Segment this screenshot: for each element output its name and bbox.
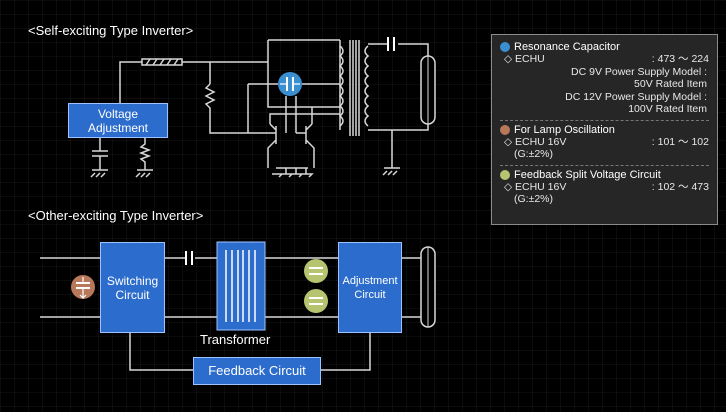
feedback-dot-icon [500, 169, 510, 180]
switching-circuit-label-line2: Circuit [115, 287, 150, 302]
legend-resonance-heading: Resonance Capacitor [500, 41, 709, 53]
legend-feedback-heading: Feedback Split Voltage Circuit [500, 169, 709, 181]
legend-resonance-line1: DC 9V Power Supply Model : [571, 65, 707, 78]
feedback-circuit-block: Feedback Circuit [193, 357, 321, 385]
inverter-diagram: <Self-exciting Type Inverter> <Other-exc… [0, 0, 726, 412]
feedback-capacitor-icon-upper [304, 259, 328, 283]
legend-resonance-part: ◇ ECHU [504, 53, 545, 65]
feedback-capacitor-icon-lower [304, 289, 328, 313]
lamp-oscillation-capacitor-icon [71, 275, 95, 299]
other-exciting-title: <Other-exciting Type Inverter> [28, 208, 204, 223]
voltage-adjustment-label-line2: Adjustment [87, 120, 149, 135]
legend-lamp-range: : 101 〜 102 [651, 135, 709, 148]
transformer-label: Transformer [200, 332, 271, 347]
legend-lamp-title: For Lamp Oscillation [514, 123, 615, 136]
adjustment-circuit-label-line2: Circuit [354, 288, 386, 301]
adjustment-circuit-label-line1: Adjustment [342, 274, 398, 287]
legend-divider [500, 119, 709, 121]
legend-feedback-range: : 102 〜 473 [651, 180, 709, 193]
legend-feedback-tolerance: (G:±2%) [514, 193, 554, 205]
legend-lamp-tolerance: (G:±2%) [514, 148, 554, 160]
legend-resonance-title: Resonance Capacitor [514, 41, 620, 53]
voltage-adjustment-block: Voltage Adjustment [68, 103, 168, 138]
adjustment-circuit-block: Adjustment Circuit [338, 242, 402, 333]
switching-circuit-block: Switching Circuit [100, 242, 165, 333]
legend-resonance-line2: 50V Rated Item [634, 78, 707, 90]
legend-lamp-tolerance-row: (G:±2%) [500, 148, 709, 161]
self-exciting-title: <Self-exciting Type Inverter> [28, 23, 194, 38]
legend-feedback-part-row: ◇ ECHU 16V : 102 〜 473 [500, 181, 709, 194]
resonance-dot-icon [500, 42, 510, 52]
legend-panel: Resonance Capacitor ◇ ECHU : 473 〜 224 D… [491, 34, 718, 225]
legend-resonance-line3: DC 12V Power Supply Model : [565, 90, 707, 103]
legend-resonance-line4: 100V Rated Item [628, 103, 707, 115]
legend-lamp-heading: For Lamp Oscillation [500, 124, 709, 136]
switching-circuit-label-line1: Switching [106, 273, 159, 288]
resonance-capacitor-icon [278, 72, 302, 96]
legend-lamp-part: ◇ ECHU 16V [504, 135, 567, 148]
lamp-dot-icon [500, 124, 510, 135]
legend-lamp-part-row: ◇ ECHU 16V : 101 〜 102 [500, 136, 709, 149]
legend-divider [500, 164, 709, 166]
legend-resonance-part-row: ◇ ECHU : 473 〜 224 [500, 53, 709, 66]
voltage-adjustment-label-line1: Voltage [97, 106, 139, 121]
legend-feedback-title: Feedback Split Voltage Circuit [514, 168, 661, 181]
legend-feedback-tolerance-row: (G:±2%) [500, 193, 709, 206]
legend-resonance-range: : 473 〜 224 [651, 53, 709, 65]
legend-feedback-part: ◇ ECHU 16V [504, 180, 567, 193]
